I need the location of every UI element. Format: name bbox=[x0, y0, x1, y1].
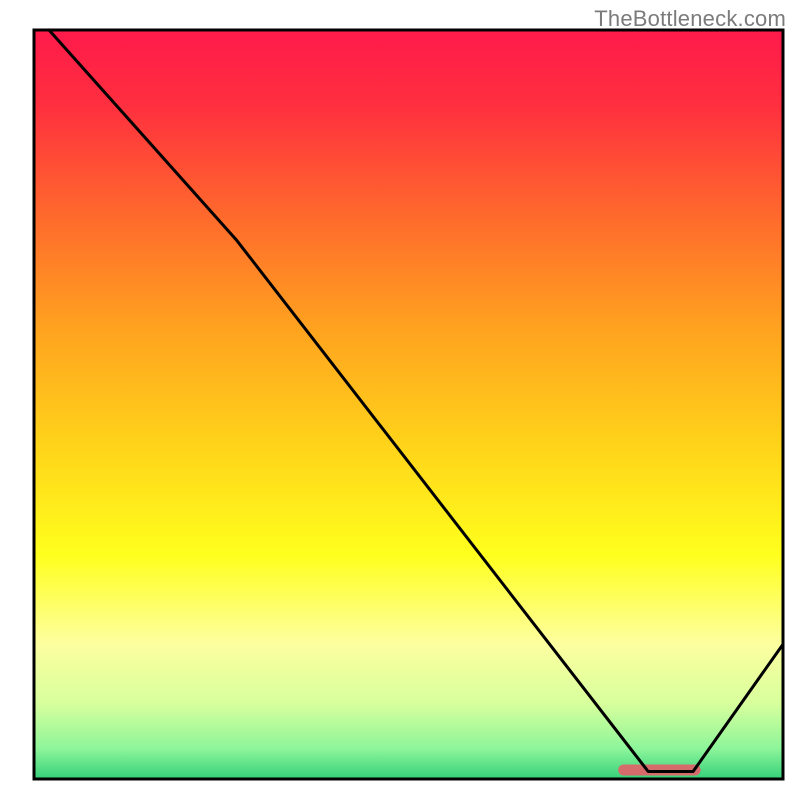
chart-container: TheBottleneck.com bbox=[0, 0, 800, 800]
gradient-background bbox=[34, 30, 783, 779]
bottleneck-chart bbox=[0, 0, 800, 800]
watermark-text: TheBottleneck.com bbox=[594, 6, 786, 32]
